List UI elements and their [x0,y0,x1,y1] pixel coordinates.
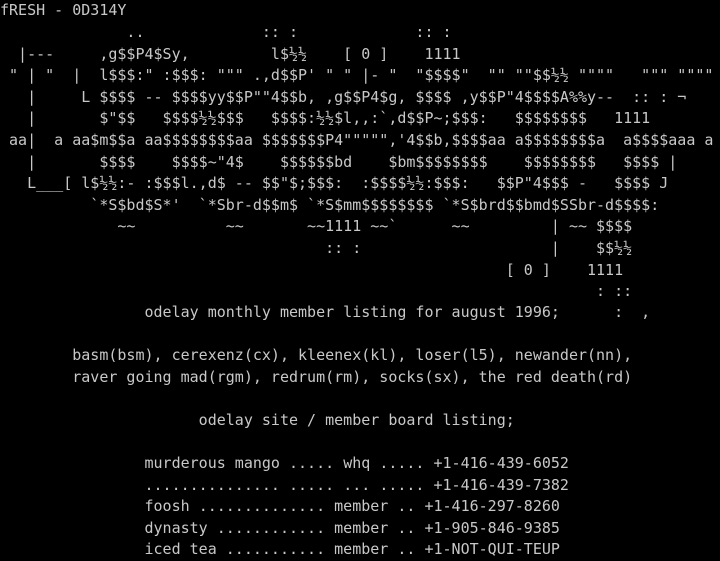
site-phone: +1-416-439-6052 [433,454,569,472]
member-list-line: raver going mad(rgm), redrum(rm), socks(… [0,367,633,386]
site-dots: ............ [216,518,326,537]
site-phone: +1-416-439-7382 [433,475,569,494]
site-dots: ..... [289,475,335,494]
site-phone: +1-NOT-QUI-TEUP [424,540,560,559]
site-phone: +1-905-846-9385 [424,518,560,537]
listing-tagline: odelay monthly member listing for august… [0,303,651,321]
site-role: ... [343,475,371,494]
site-role: whq [343,454,371,472]
ascii-art-line: .. :: : :: : [0,23,452,41]
ascii-art-line: L___[ l$½½:- :$$$l.,d$ -- $$"$;$$$: :$$$… [0,174,669,193]
site-name: dynasty [144,518,208,537]
ascii-art-logo: .. :: : :: : |--- ,g$$P4$Sy, l$½½ [ 0 ] … [0,22,713,303]
site-role: member [334,540,389,559]
ascii-art-line: `*S$bd$S*' `*Sbr-d$$m$ `*S$mm$$$$$$$$ `*… [0,195,660,214]
site-name: iced tea [144,540,217,559]
ascii-art-line: aa| a aa$m$$a aa$$$$$$$$aa $$$$$$$P4""""… [0,130,714,149]
site-phone: +1-416-297-8260 [424,497,560,516]
window-title: fRESH - 0D314Y [0,1,127,19]
site-row: murderous mango ..... whq ..... +1-416-4… [0,453,569,475]
site-role: member [334,497,389,516]
site-name: murderous mango [144,454,280,472]
site-dots: .. [397,540,416,559]
ascii-art-line: " | " | l$$$:" :$$$: """ .,d$$P' " " |- … [0,66,714,85]
site-dots: .. [397,518,416,537]
member-list-line: basm(bsm), cerexenz(cx), kleenex(kl), lo… [0,346,633,364]
site-dots: ..... [379,475,425,494]
member-list: basm(bsm), cerexenz(cx), kleenex(kl), lo… [0,345,632,388]
site-dots: ..... [379,454,425,472]
ascii-art-line: | $$$$ $$$$~"4$ $$$$$$bd $bm$$$$$$$$ $$$… [0,152,678,171]
ascii-art-line: |--- ,g$$P4$Sy, l$½½ [ 0 ] 1111 [0,44,461,63]
site-row: dynasty ............ member .. +1-905-84… [0,518,569,540]
ascii-art-line: | $"$$ $$$$½½$$$ $$$$:½½$l,,:`,d$$P~;$$$… [0,109,651,128]
site-dots: .. [397,497,416,516]
ascii-art-line: ~~ ~~ ~~1111 ~~` ~~ | ~~ $$$$ [0,217,633,236]
ascii-art-line: : :: [0,282,633,301]
ascii-art-line: [ 0 ] 1111 [0,260,624,279]
site-row: iced tea ........... member .. +1-NOT-QU… [0,539,569,561]
site-dots: ........... [225,540,326,559]
ascii-art-line: | L $$$$ -- $$$$yy$$P""4$$b, ,g$$P4$g, $… [0,87,687,106]
site-role: member [334,518,389,537]
site-row: foosh .............. member .. +1-416-29… [0,496,569,518]
ascii-art-line: :: : | $$½½ [0,238,633,257]
site-name: foosh [144,497,190,516]
site-board-list: murderous mango ..... whq ..... +1-416-4… [0,453,569,561]
site-dots: .............. [198,497,326,516]
site-name: ............... [144,475,280,494]
terminal-screen: fRESH - 0D314Y .. :: : :: : |--- ,g$$P4$… [0,0,720,561]
site-listing-heading: odelay site / member board listing; [0,411,515,429]
site-row: ............... ..... ... ..... +1-416-4… [0,475,569,497]
site-dots: ..... [289,454,335,472]
